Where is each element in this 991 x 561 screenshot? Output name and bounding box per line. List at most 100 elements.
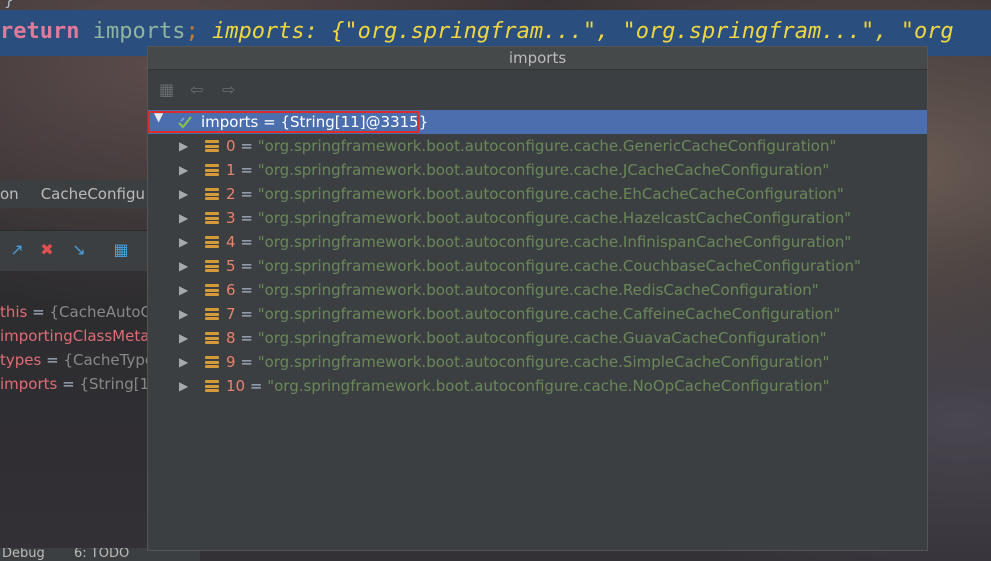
array-element-icon [205, 380, 219, 392]
variable-name: types [0, 351, 42, 369]
item-index: 2 [226, 185, 236, 203]
item-index: 0 [226, 137, 236, 155]
variables-panel: this = {CacheAutoCo importingClassMeta t… [0, 300, 148, 400]
equals-sign: = [249, 377, 263, 395]
item-value: "org.springframework.boot.autoconfigure.… [257, 353, 830, 371]
item-value: "org.springframework.boot.autoconfigure.… [257, 257, 861, 275]
tree-item[interactable]: ▶ 4 = "org.springframework.boot.autoconf… [148, 230, 927, 254]
array-element-icon [205, 188, 219, 200]
code-identifier: imports [92, 19, 186, 44]
expand-arrow-icon[interactable]: ▶ [179, 302, 188, 326]
variable-row[interactable]: this = {CacheAutoCo [0, 300, 148, 324]
breadcrumb-item[interactable]: CacheConfigu [41, 185, 145, 203]
variable-value: {CacheAutoCo [49, 303, 148, 321]
debug-toolbar: ↗ ✖ ↘ ▦ [0, 230, 148, 271]
inline-debug-hint[interactable]: imports: {"org.springfram...", "org.spri… [212, 19, 954, 44]
variable-value: {String[11 [79, 375, 148, 393]
popup-title: imports [148, 47, 927, 70]
expand-arrow-icon[interactable]: ▶ [179, 134, 188, 158]
item-index: 7 [226, 305, 236, 323]
expand-arrow-icon[interactable]: ▶ [179, 350, 188, 374]
tree-item[interactable]: ▶ 5 = "org.springframework.boot.autoconf… [148, 254, 927, 278]
variable-value: {CacheType[ [63, 351, 148, 369]
equals-sign: = [240, 209, 253, 227]
forward-arrow-icon[interactable]: ⇨ [222, 82, 235, 98]
item-value: "org.springframework.boot.autoconfigure.… [257, 305, 841, 323]
breadcrumb-item[interactable]: on [0, 185, 19, 203]
popup-toolbar: ▦ ⇦ ⇨ [148, 70, 927, 110]
tree-item[interactable]: ▶ 0 = "org.springframework.boot.autoconf… [148, 134, 927, 158]
tree-item[interactable]: ▶ 3 = "org.springframework.boot.autoconf… [148, 206, 927, 230]
run-to-cursor-icon[interactable]: ↘ [70, 241, 88, 259]
tree-item[interactable]: ▶ 1 = "org.springframework.boot.autoconf… [148, 158, 927, 182]
equals-sign: = [240, 329, 253, 347]
expand-arrow-icon[interactable]: ▶ [179, 326, 188, 350]
item-value: "org.springframework.boot.autoconfigure.… [257, 137, 837, 155]
equals-sign: = [240, 305, 253, 323]
array-element-icon [205, 212, 219, 224]
code-keyword: return [0, 19, 80, 44]
expand-arrow-icon[interactable]: ▶ [179, 374, 188, 398]
code-brace: } [4, 0, 14, 9]
tree-view-icon[interactable]: ▦ [159, 82, 174, 98]
expand-arrow-icon[interactable]: ▶ [179, 230, 188, 254]
array-element-icon [205, 164, 219, 176]
item-index: 4 [226, 233, 236, 251]
array-element-icon [205, 236, 219, 248]
tree-item[interactable]: ▶ 10 = "org.springframework.boot.autocon… [148, 374, 927, 398]
expand-arrow-icon[interactable]: ▶ [179, 254, 188, 278]
item-index: 9 [226, 353, 236, 371]
equals-sign: = [240, 257, 253, 275]
item-index: 3 [226, 209, 236, 227]
equals-sign: = [240, 161, 253, 179]
tab-todo[interactable]: 6: TODO [74, 548, 129, 561]
item-value: "org.springframework.boot.autoconfigure.… [257, 185, 844, 203]
item-value: "org.springframework.boot.autoconfigure.… [267, 377, 830, 395]
evaluate-icon[interactable]: ▦ [112, 241, 130, 259]
array-element-icon [205, 356, 219, 368]
equals-sign: = [240, 281, 253, 299]
tree-root-row[interactable]: ▼ imports = {String[11]@3315} [148, 110, 927, 134]
back-arrow-icon[interactable]: ⇦ [190, 82, 203, 98]
variable-name: importingClassMeta [0, 327, 148, 345]
equals-sign: = [46, 351, 59, 369]
tab-debug[interactable]: Debug [2, 548, 45, 561]
equals-sign: = [240, 185, 253, 203]
item-value: "org.springframework.boot.autoconfigure.… [257, 329, 827, 347]
variable-name: imports [0, 375, 58, 393]
variable-row[interactable]: types = {CacheType[ [0, 348, 148, 372]
item-value: "org.springframework.boot.autoconfigure.… [257, 161, 830, 179]
array-element-icon [205, 140, 219, 152]
item-index: 10 [226, 377, 246, 395]
item-index: 1 [226, 161, 236, 179]
variable-row[interactable]: imports = {String[11 [0, 372, 148, 396]
equals-sign: = [240, 233, 253, 251]
expand-arrow-icon[interactable]: ▶ [179, 158, 188, 182]
highlight-box [148, 111, 419, 133]
tree-item[interactable]: ▶ 6 = "org.springframework.boot.autoconf… [148, 278, 927, 302]
evaluate-popup: imports ▦ ⇦ ⇨ ▼ imports = {String[11]@33… [147, 46, 928, 551]
item-index: 8 [226, 329, 236, 347]
breadcrumb: on CacheConfigu [0, 180, 148, 208]
tree-item[interactable]: ▶ 9 = "org.springframework.boot.autoconf… [148, 350, 927, 374]
tree-item[interactable]: ▶ 8 = "org.springframework.boot.autoconf… [148, 326, 927, 350]
step-out-icon[interactable]: ↗ [8, 241, 26, 259]
array-element-icon [205, 308, 219, 320]
expand-arrow-icon[interactable]: ▶ [179, 206, 188, 230]
expand-arrow-icon[interactable]: ▶ [179, 182, 188, 206]
drop-frame-icon[interactable]: ✖ [38, 241, 56, 259]
item-value: "org.springframework.boot.autoconfigure.… [257, 209, 852, 227]
item-index: 6 [226, 281, 236, 299]
code-semicolon: ; [185, 19, 199, 44]
array-element-icon [205, 332, 219, 344]
equals-sign: = [240, 353, 253, 371]
equals-sign: = [32, 303, 45, 321]
variable-row[interactable]: importingClassMeta [0, 324, 148, 348]
array-element-icon [205, 260, 219, 272]
expand-arrow-icon[interactable]: ▶ [179, 278, 188, 302]
equals-sign: = [62, 375, 75, 393]
item-value: "org.springframework.boot.autoconfigure.… [257, 233, 852, 251]
item-index: 5 [226, 257, 236, 275]
tree-item[interactable]: ▶ 7 = "org.springframework.boot.autoconf… [148, 302, 927, 326]
tree-item[interactable]: ▶ 2 = "org.springframework.boot.autoconf… [148, 182, 927, 206]
